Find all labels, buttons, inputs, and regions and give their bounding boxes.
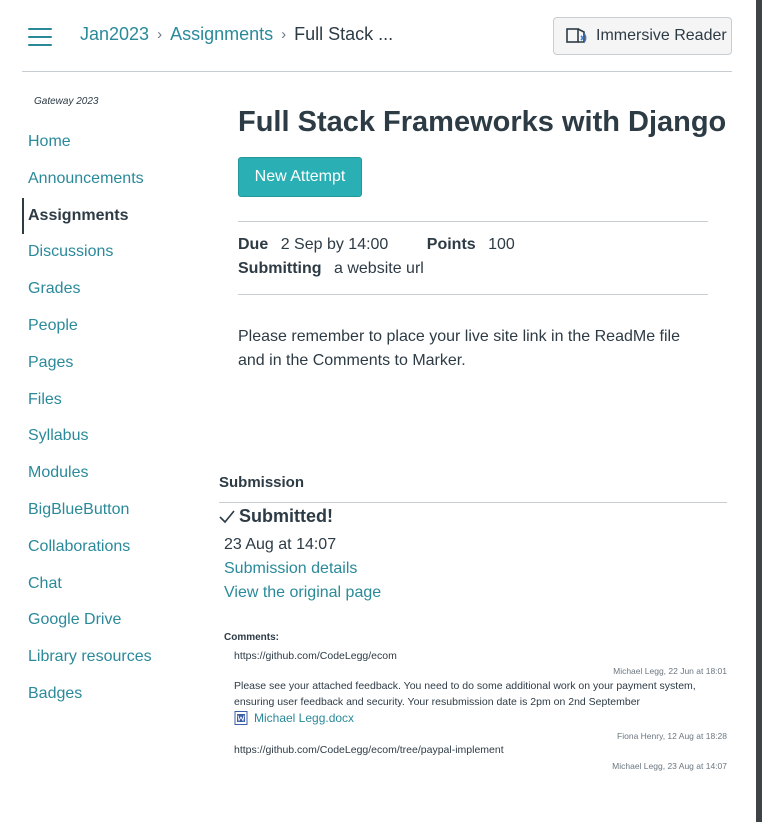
assignment-description: Please remember to place your live site … — [238, 328, 680, 369]
header-divider — [22, 71, 732, 72]
sidebar-item-syllabus[interactable]: Syllabus — [22, 418, 202, 455]
comment-meta: Fiona Henry, 12 Aug at 18:28 — [617, 731, 727, 741]
breadcrumb-current: Full Stack ... — [294, 23, 394, 44]
comment-meta: Michael Legg, 23 Aug at 14:07 — [612, 761, 727, 771]
comment-text: https://github.com/CodeLegg/ecom/tree/pa… — [234, 744, 504, 756]
breadcrumb: Jan2023 › Assignments › Full Stack ... — [80, 22, 393, 46]
sidebar-item-assignments[interactable]: Assignments — [22, 197, 202, 235]
course-navigation: Home Announcements Assignments Discussio… — [22, 124, 202, 713]
sidebar-item-badges[interactable]: Badges — [22, 676, 202, 713]
sidebar-item-library-resources[interactable]: Library resources — [22, 639, 202, 676]
details-bottom-divider — [238, 294, 708, 295]
sidebar-item-files[interactable]: Files — [22, 382, 202, 419]
sidebar-item-bigbluebutton[interactable]: BigBlueButton — [22, 492, 202, 529]
sidebar-item-collaborations[interactable]: Collaborations — [22, 529, 202, 566]
due-label: Due — [238, 236, 269, 253]
comment-text: https://github.com/CodeLegg/ecom — [234, 650, 397, 662]
points-label: Points — [426, 236, 476, 253]
sidebar-item-home[interactable]: Home — [22, 124, 202, 161]
submitting-value: a website url — [334, 260, 424, 277]
breadcrumb-separator-icon: › — [281, 25, 287, 43]
submission-divider — [219, 502, 727, 503]
attachment-filename: Michael Legg.docx — [254, 711, 355, 725]
hamburger-menu-icon[interactable] — [28, 28, 52, 46]
assignment-details: Due 2 Sep by 14:00 Points 100 Submitting… — [238, 235, 515, 283]
comment-text: Please see your attached feedback. You n… — [234, 680, 696, 708]
immersive-reader-button[interactable]: Immersive Reader — [553, 17, 732, 55]
sidebar-item-people[interactable]: People — [22, 308, 202, 345]
comment-attachment-link[interactable]: Michael Legg.docx — [234, 711, 354, 725]
breadcrumb-course[interactable]: Jan2023 — [80, 24, 149, 45]
breadcrumb-separator-icon: › — [157, 25, 163, 43]
breadcrumb-assignments[interactable]: Assignments — [170, 24, 273, 45]
details-top-divider — [238, 221, 708, 222]
due-value: 2 Sep by 14:00 — [280, 236, 389, 253]
sidebar-item-pages[interactable]: Pages — [22, 345, 202, 382]
submission-details-link[interactable]: Submission details — [224, 560, 357, 578]
new-attempt-button[interactable]: New Attempt — [238, 157, 362, 197]
page: Jan2023 › Assignments › Full Stack ... I… — [0, 0, 756, 822]
view-original-page-link[interactable]: View the original page — [224, 584, 381, 602]
comment-meta: Michael Legg, 22 Jun at 18:01 — [613, 666, 727, 676]
submission-status-text: Submitted! — [239, 506, 333, 526]
sidebar-item-announcements[interactable]: Announcements — [22, 161, 202, 198]
checkmark-icon — [219, 509, 235, 523]
immersive-reader-icon — [566, 28, 587, 43]
submitting-label: Submitting — [238, 260, 322, 277]
page-title: Full Stack Frameworks with Django — [238, 106, 727, 138]
word-document-icon — [234, 711, 248, 725]
immersive-reader-label: Immersive Reader — [596, 27, 727, 44]
sidebar-item-chat[interactable]: Chat — [22, 566, 202, 603]
submission-status: Submitted! — [219, 506, 333, 527]
submission-date: 23 Aug at 14:07 — [224, 536, 337, 553]
course-name: Gateway 2023 — [34, 96, 99, 107]
sidebar-item-google-drive[interactable]: Google Drive — [22, 602, 202, 639]
sidebar-item-modules[interactable]: Modules — [22, 455, 202, 492]
points-value: 100 — [488, 236, 515, 253]
sidebar-item-grades[interactable]: Grades — [22, 271, 202, 308]
sidebar-item-discussions[interactable]: Discussions — [22, 234, 202, 271]
submission-heading: Submission — [219, 474, 305, 491]
comments-label: Comments: — [224, 632, 280, 643]
